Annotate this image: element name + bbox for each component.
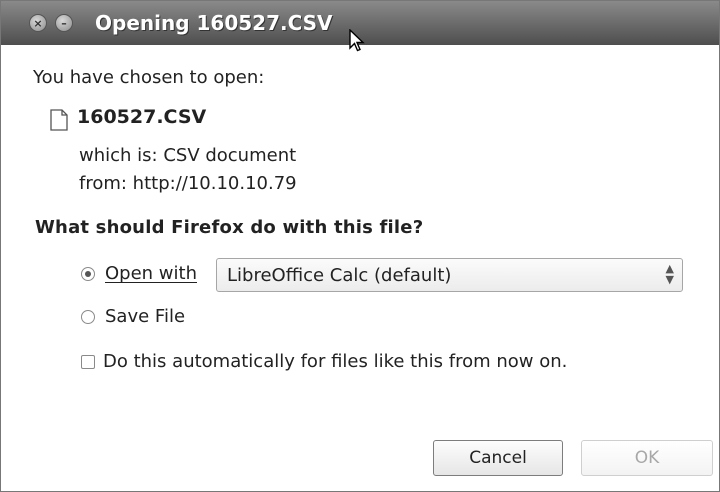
close-icon[interactable]: × <box>29 14 47 32</box>
open-with-radio[interactable] <box>81 267 95 281</box>
mouse-cursor-icon <box>349 29 365 52</box>
select-arrows-icon: ▲ ▼ <box>665 262 674 286</box>
intro-text: You have chosen to open: <box>33 67 265 88</box>
auto-action-checkbox[interactable] <box>81 355 95 369</box>
ok-button[interactable]: OK <box>581 440 713 476</box>
auto-action-label[interactable]: Do this automatically for files like thi… <box>103 351 567 372</box>
title-bar[interactable]: × – Opening 160527.CSV <box>1 1 719 52</box>
window-title: Opening 160527.CSV <box>95 11 333 35</box>
file-type: which is: CSV document <box>79 145 297 166</box>
open-with-label[interactable]: Open with <box>105 263 197 284</box>
file-name: 160527.CSV <box>77 106 207 128</box>
download-dialog: × – Opening 160527.CSV You have chosen t… <box>0 0 720 492</box>
action-question: What should Firefox do with this file? <box>35 217 424 238</box>
open-with-text: Open with <box>105 263 197 284</box>
save-file-label[interactable]: Save File <box>105 306 185 327</box>
save-file-radio[interactable] <box>81 310 95 324</box>
cancel-button[interactable]: Cancel <box>433 440 563 476</box>
file-icon <box>50 109 68 131</box>
open-with-value: LibreOffice Calc (default) <box>227 265 452 286</box>
file-source: from: http://10.10.10.79 <box>79 173 297 194</box>
open-with-select[interactable]: LibreOffice Calc (default) ▲ ▼ <box>216 258 683 292</box>
minimize-icon[interactable]: – <box>55 14 73 32</box>
